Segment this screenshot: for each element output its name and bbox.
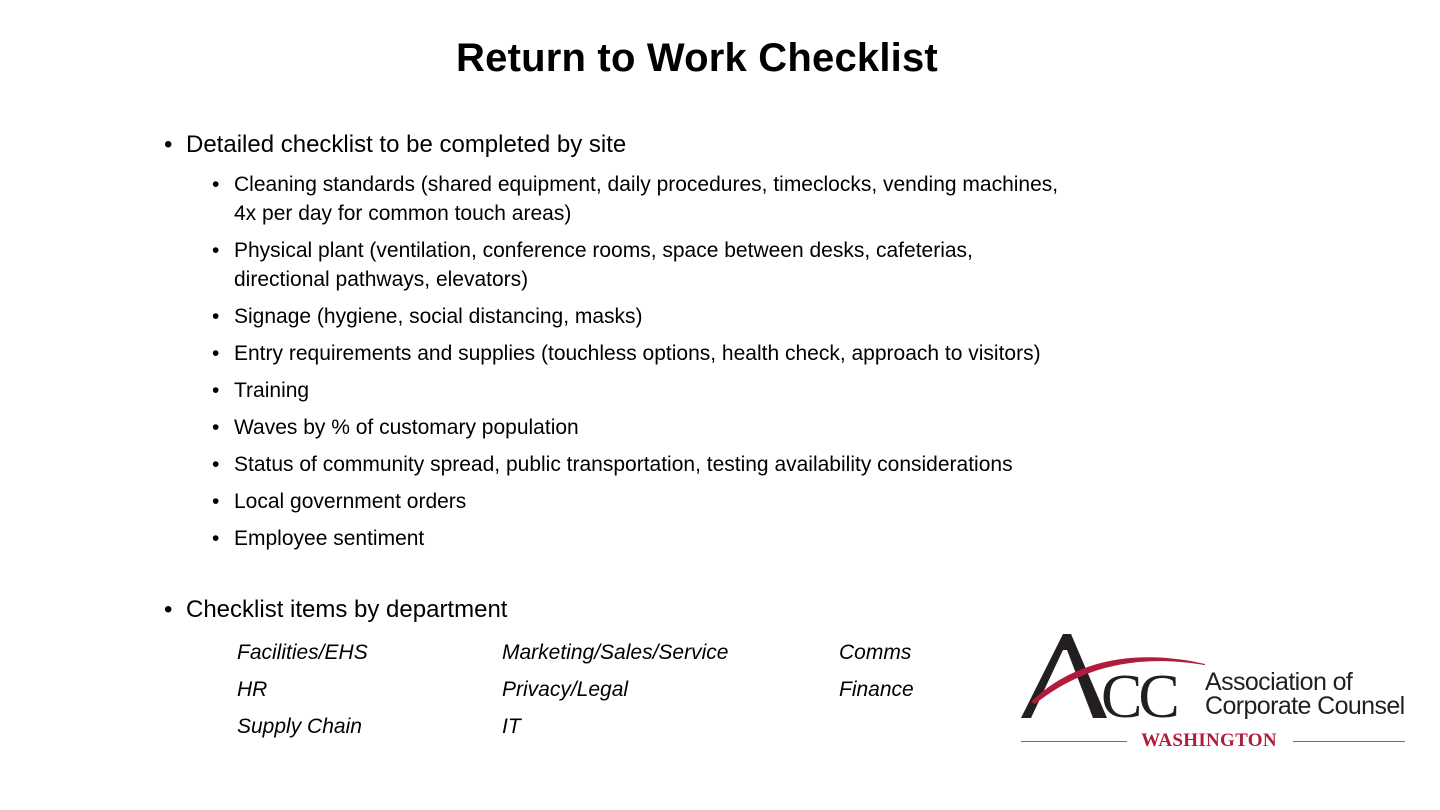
logo-rule-right: [1293, 741, 1405, 742]
acc-washington-logo: CC Association of Corporate Counsel WASH…: [1015, 628, 1410, 758]
list-item-text-continued: directional pathways, elevators): [234, 268, 529, 291]
list-item: • Cleaning standards (shared equipment, …: [212, 170, 1212, 228]
list-item-text: Signage (hygiene, social distancing, mas…: [234, 305, 643, 328]
logo-rule-left: [1021, 741, 1127, 742]
list-item-text: Status of community spread, public trans…: [234, 453, 1013, 476]
bullet-icon: •: [212, 453, 220, 476]
bullet-icon: •: [164, 131, 173, 158]
list-item: • Signage (hygiene, social distancing, m…: [212, 302, 1212, 331]
logo-name-line-1: Association of: [1205, 668, 1353, 696]
list-item: • Local government orders: [212, 487, 1212, 516]
bullet-icon: •: [212, 173, 220, 196]
list-item-text: Physical plant (ventilation, conference …: [234, 239, 973, 262]
list-item: • Training: [212, 376, 1212, 405]
department-column-1: Facilities/EHS HR Supply Chain: [237, 634, 368, 745]
logo-letters-cc: CC: [1101, 663, 1176, 728]
logo-organization-name: Association of Corporate Counsel: [1205, 668, 1405, 720]
bullet-icon: •: [212, 379, 220, 402]
department-item: Marketing/Sales/Service: [502, 641, 729, 664]
list-item: • Status of community spread, public tra…: [212, 450, 1212, 479]
list-item: • Entry requirements and supplies (touch…: [212, 339, 1212, 368]
department-item: Comms: [839, 641, 912, 664]
slide-title: Return to Work Checklist: [456, 36, 938, 80]
bullet-icon: •: [212, 527, 220, 550]
list-item-text: Training: [234, 379, 310, 402]
logo-letter-a: [1021, 634, 1107, 718]
list-item: • Employee sentiment: [212, 524, 1212, 553]
list-item-text-continued: 4x per day for common touch areas): [234, 202, 572, 225]
logo-name-line-2: Corporate Counsel: [1205, 692, 1405, 720]
site-checklist-list: • Cleaning standards (shared equipment, …: [212, 170, 1212, 561]
department-item: IT: [502, 715, 521, 738]
list-item-text: Local government orders: [234, 490, 467, 513]
section-heading: Detailed checklist to be completed by si…: [186, 131, 627, 158]
department-item: Supply Chain: [237, 715, 362, 738]
logo-region-label: WASHINGTON: [1141, 730, 1277, 751]
department-item: Privacy/Legal: [502, 678, 629, 701]
bullet-icon: •: [212, 490, 220, 513]
bullet-icon: •: [164, 596, 173, 623]
department-item: Facilities/EHS: [237, 641, 368, 664]
section-by-department: • Checklist items by department: [164, 595, 507, 625]
department-column-3: Comms Finance: [839, 634, 914, 708]
department-column-2: Marketing/Sales/Service Privacy/Legal IT: [502, 634, 728, 745]
bullet-icon: •: [212, 342, 220, 365]
acc-logo-icon: CC: [1021, 634, 1205, 728]
department-item: Finance: [839, 678, 914, 701]
list-item: • Waves by % of customary population: [212, 413, 1212, 442]
list-item: • Physical plant (ventilation, conferenc…: [212, 236, 1212, 294]
section-heading: Checklist items by department: [186, 596, 508, 623]
list-item-text: Cleaning standards (shared equipment, da…: [234, 173, 1059, 196]
department-item: HR: [237, 678, 268, 701]
logo-region-banner: WASHINGTON: [1015, 728, 1410, 754]
list-item-text: Entry requirements and supplies (touchle…: [234, 342, 1041, 365]
bullet-icon: •: [212, 416, 220, 439]
bullet-icon: •: [212, 239, 220, 262]
list-item-text: Employee sentiment: [234, 527, 425, 550]
list-item-text: Waves by % of customary population: [234, 416, 579, 439]
section-detailed-checklist: • Detailed checklist to be completed by s…: [164, 130, 626, 160]
bullet-icon: •: [212, 305, 220, 328]
